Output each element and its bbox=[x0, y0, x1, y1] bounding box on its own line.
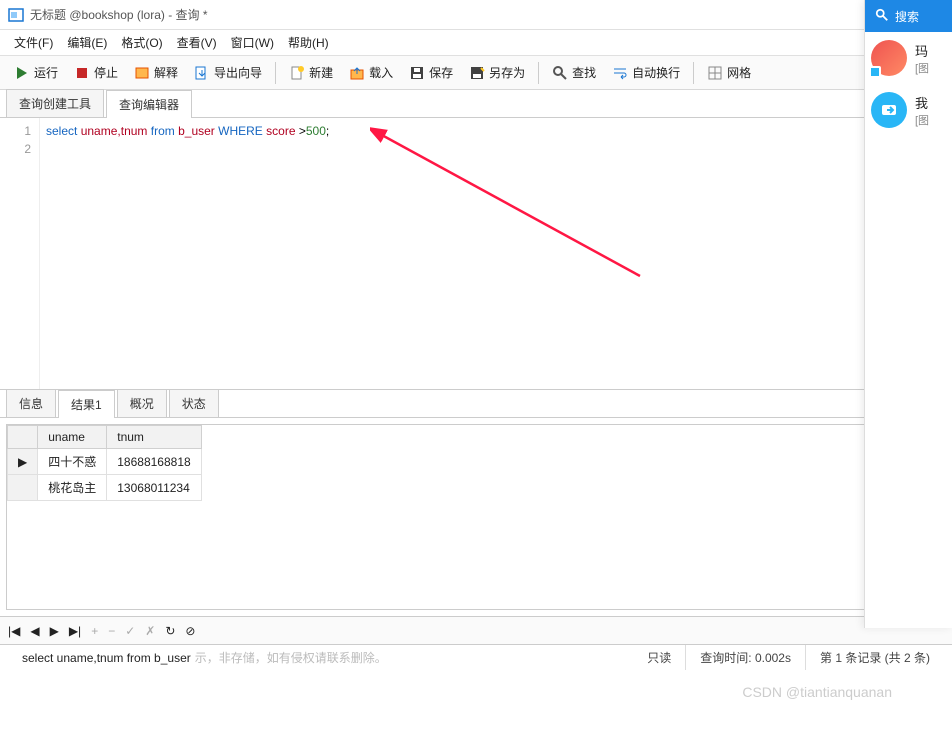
saveas-button[interactable]: 另存为 bbox=[462, 60, 532, 85]
side-panel: 搜索 玛 [图 我 [图 bbox=[864, 0, 952, 628]
result-tabs: 信息 结果1 概况 状态 bbox=[0, 390, 952, 418]
status-note: 示，非存储，如有侵权请联系删除。 bbox=[195, 649, 387, 666]
nav-add[interactable]: + bbox=[91, 624, 98, 638]
title-bar: 无标题 @bookshop (lora) - 查询 * — ☐ bbox=[0, 0, 952, 30]
tab-query-builder[interactable]: 查询创建工具 bbox=[6, 89, 104, 117]
status-readonly: 只读 bbox=[633, 645, 686, 670]
export-button[interactable]: 导出向导 bbox=[187, 60, 269, 85]
contact-item[interactable]: 我 [图 bbox=[865, 84, 952, 136]
load-button[interactable]: 载入 bbox=[342, 60, 400, 85]
explain-button[interactable]: 解释 bbox=[127, 60, 185, 85]
nav-first[interactable]: |◀ bbox=[8, 624, 20, 638]
tab-info[interactable]: 信息 bbox=[6, 389, 56, 417]
nav-refresh[interactable]: ↻ bbox=[165, 624, 175, 638]
status-records: 第 1 条记录 (共 2 条) bbox=[806, 645, 944, 670]
status-time: 查询时间: 0.002s bbox=[686, 645, 806, 670]
results-grid[interactable]: uname tnum ▶ 四十不惑 18688168818 桃花岛主 13068… bbox=[6, 424, 946, 610]
contact-item[interactable]: 玛 [图 bbox=[865, 32, 952, 84]
stop-button[interactable]: 停止 bbox=[67, 60, 125, 85]
save-button[interactable]: 保存 bbox=[402, 60, 460, 85]
tab-profile[interactable]: 概况 bbox=[117, 389, 167, 417]
menu-edit[interactable]: 编辑(E) bbox=[61, 31, 113, 54]
table-row[interactable]: ▶ 四十不惑 18688168818 bbox=[8, 449, 202, 475]
tab-status[interactable]: 状态 bbox=[169, 389, 219, 417]
avatar bbox=[871, 92, 907, 128]
app-icon bbox=[8, 7, 24, 23]
run-button[interactable]: 运行 bbox=[7, 60, 65, 85]
row-indicator-header bbox=[8, 426, 38, 449]
menu-format[interactable]: 格式(O) bbox=[115, 31, 168, 54]
new-button[interactable]: 新建 bbox=[282, 60, 340, 85]
editor-tabs: 查询创建工具 查询编辑器 bbox=[0, 90, 952, 118]
grid-button[interactable]: 网格 bbox=[700, 60, 758, 85]
tab-result1[interactable]: 结果1 bbox=[58, 390, 115, 418]
line-gutter: 1 2 bbox=[0, 118, 40, 389]
col-uname[interactable]: uname bbox=[38, 426, 107, 449]
window-title: 无标题 @bookshop (lora) - 查询 * bbox=[30, 6, 208, 23]
row-indicator-current: ▶ bbox=[8, 449, 38, 475]
table-row[interactable]: 桃花岛主 13068011234 bbox=[8, 475, 202, 501]
sql-editor[interactable]: 1 2 select uname,tnum from b_user WHERE … bbox=[0, 118, 952, 390]
wrap-button[interactable]: 自动换行 bbox=[605, 60, 687, 85]
nav-prev[interactable]: ◀ bbox=[30, 624, 39, 638]
avatar bbox=[871, 40, 907, 76]
find-button[interactable]: 查找 bbox=[545, 60, 603, 85]
search-icon bbox=[875, 8, 889, 25]
record-nav: |◀ ◀ ▶ ▶| + − ✓ ✗ ↻ ⊘ bbox=[0, 616, 952, 644]
menu-help[interactable]: 帮助(H) bbox=[282, 31, 335, 54]
nav-ok[interactable]: ✓ bbox=[125, 624, 135, 638]
annotation-arrow bbox=[370, 126, 650, 286]
nav-last[interactable]: ▶| bbox=[69, 624, 81, 638]
nav-next[interactable]: ▶ bbox=[50, 624, 59, 638]
nav-stop[interactable]: ⊘ bbox=[185, 624, 195, 638]
col-tnum[interactable]: tnum bbox=[107, 426, 201, 449]
tab-query-editor[interactable]: 查询编辑器 bbox=[106, 90, 192, 118]
side-search[interactable]: 搜索 bbox=[865, 0, 952, 32]
menu-view[interactable]: 查看(V) bbox=[171, 31, 223, 54]
menu-bar: 文件(F) 编辑(E) 格式(O) 查看(V) 窗口(W) 帮助(H) bbox=[0, 30, 952, 56]
menu-window[interactable]: 窗口(W) bbox=[225, 31, 280, 54]
row-indicator bbox=[8, 475, 38, 501]
status-bar: select uname,tnum from b_user 示，非存储，如有侵权… bbox=[0, 644, 952, 670]
watermark: CSDN @tiantianquanan bbox=[742, 684, 892, 700]
code-area[interactable]: select uname,tnum from b_user WHERE scor… bbox=[40, 118, 952, 389]
toolbar: 运行 停止 解释 导出向导 新建 载入 保存 另存为 查找 自动换行 网格 bbox=[0, 56, 952, 90]
nav-cancel[interactable]: ✗ bbox=[145, 624, 155, 638]
status-sql: select uname,tnum from b_user bbox=[22, 651, 191, 665]
menu-file[interactable]: 文件(F) bbox=[8, 31, 59, 54]
search-label: 搜索 bbox=[895, 8, 919, 25]
nav-delete[interactable]: − bbox=[108, 624, 115, 638]
